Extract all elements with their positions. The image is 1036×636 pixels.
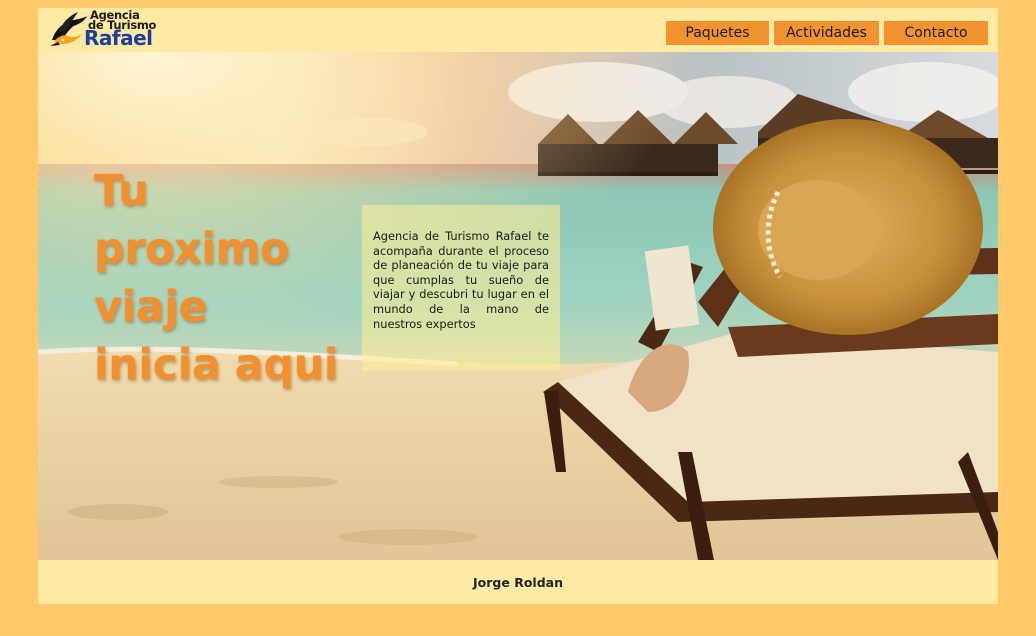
nav-actividades-button[interactable]: Actividades: [774, 21, 879, 45]
header: Agencia de Turismo Rafael Paquetes Activ…: [38, 8, 998, 52]
nav-contacto-button[interactable]: Contacto: [884, 21, 988, 45]
hero-description: Agencia de Turismo Rafael te acompaña du…: [373, 229, 549, 331]
toucan-bird-icon: [50, 12, 87, 46]
logo-brand-name: Rafael: [84, 26, 153, 50]
logo[interactable]: Agencia de Turismo Rafael: [46, 8, 176, 52]
hero-banner: Tu proximo viaje inicia aqui Agencia de …: [38, 52, 998, 560]
footer: Jorge Roldan: [38, 560, 998, 604]
page-container: Agencia de Turismo Rafael Paquetes Activ…: [38, 8, 998, 604]
hero-description-box: Agencia de Turismo Rafael te acompaña du…: [362, 205, 560, 371]
hero-title: Tu proximo viaje inicia aqui: [94, 166, 338, 390]
nav-paquetes-button[interactable]: Paquetes: [666, 21, 769, 45]
footer-author-name: Jorge Roldan: [473, 574, 563, 590]
main-nav: Paquetes Actividades Contacto: [666, 21, 988, 45]
